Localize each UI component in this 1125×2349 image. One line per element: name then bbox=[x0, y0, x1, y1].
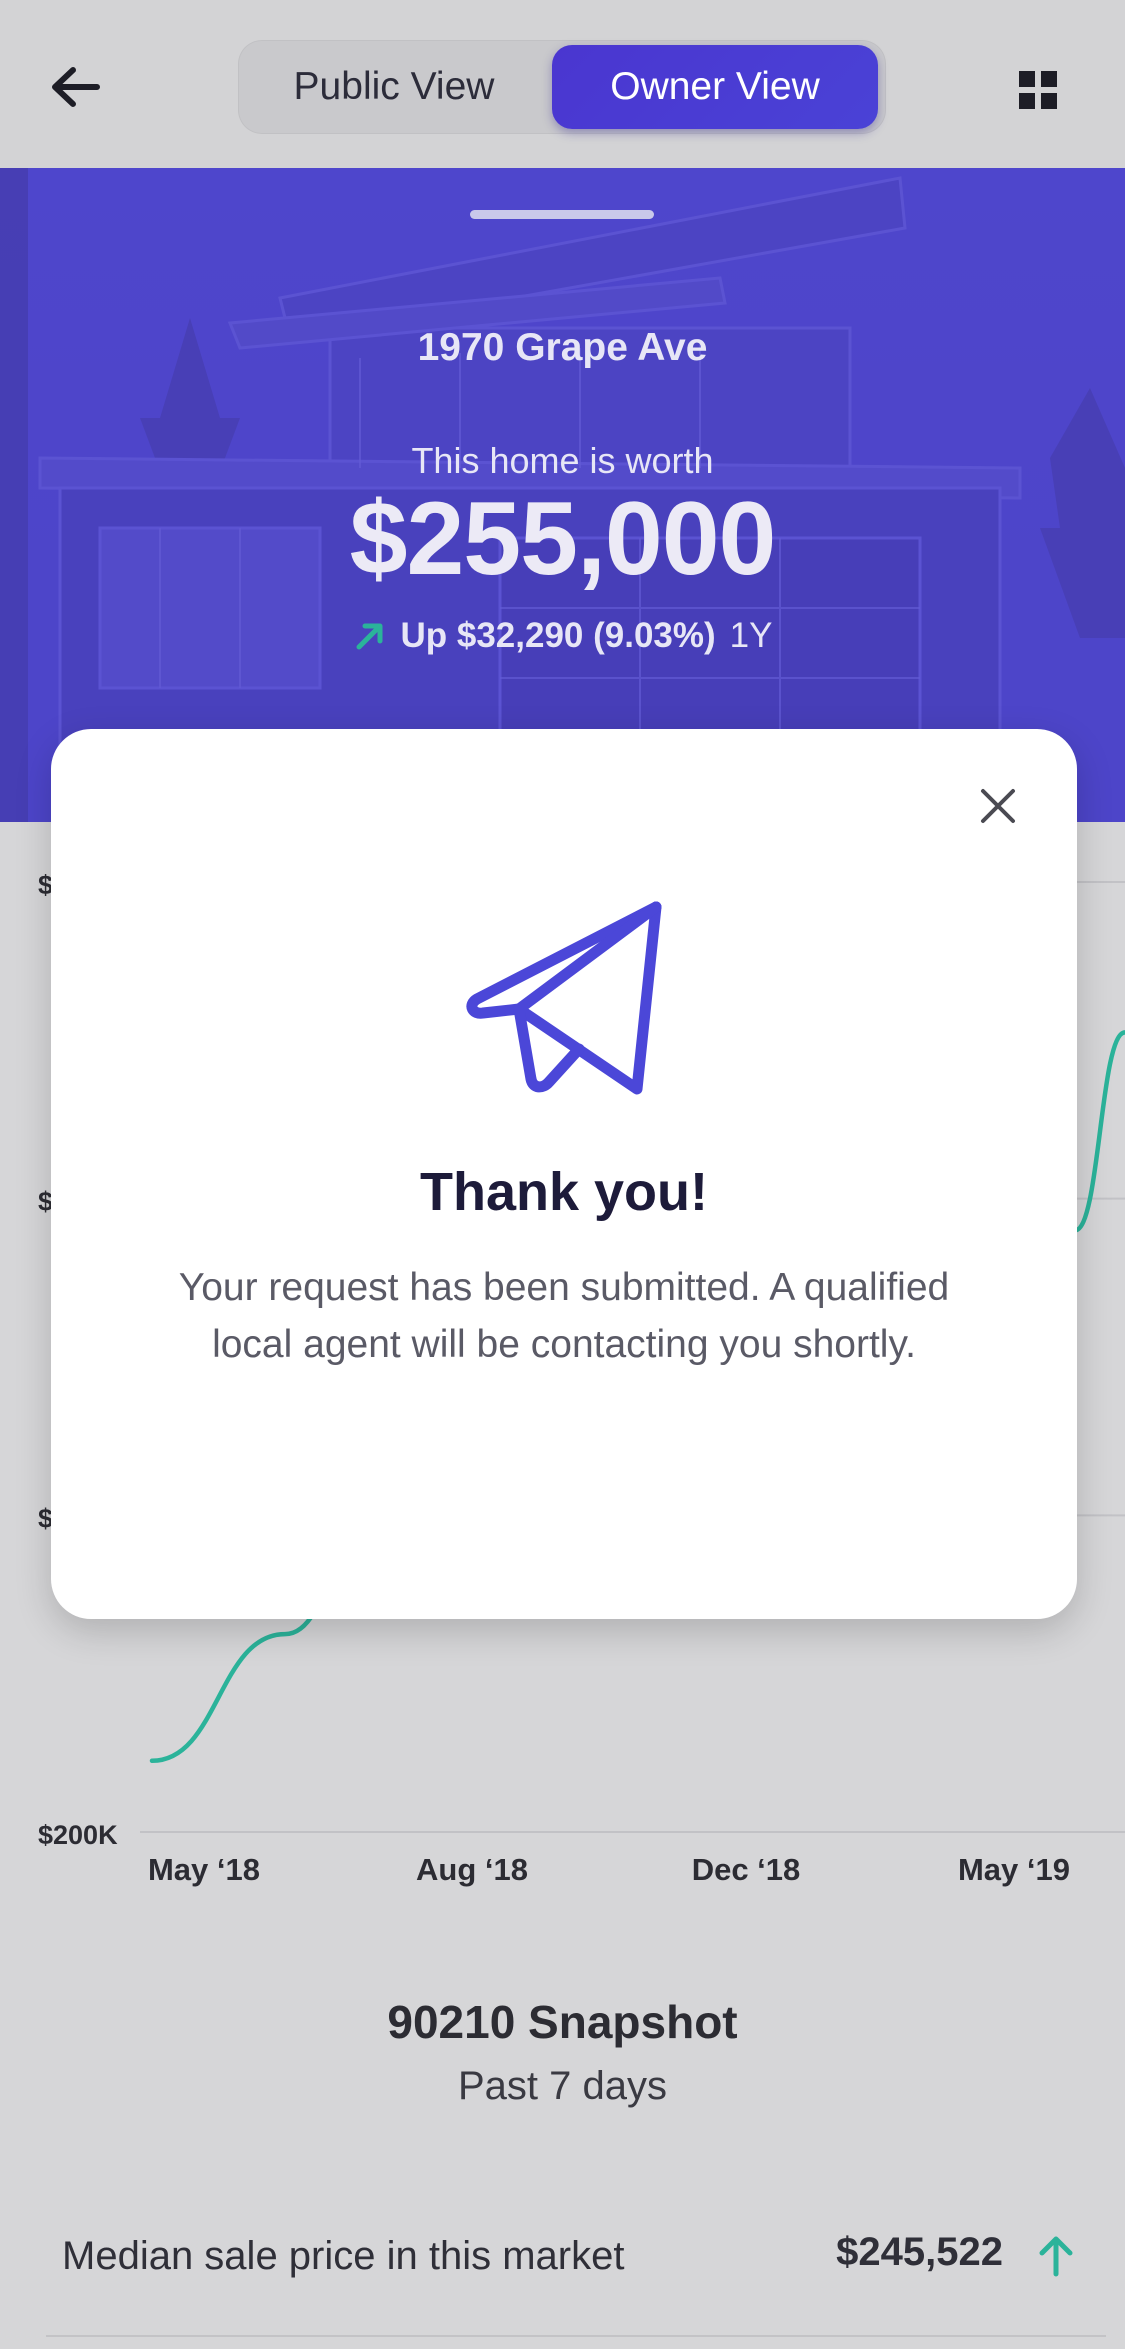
arrow-up-icon bbox=[1039, 2236, 1073, 2277]
change-amount: Up $32,290 (9.03%) bbox=[400, 616, 716, 655]
home-value: $255,000 bbox=[349, 481, 777, 597]
x-tick-label: Aug ‘18 bbox=[416, 1852, 528, 1887]
x-tick-label: May ‘19 bbox=[958, 1852, 1070, 1887]
owner-view-tab[interactable]: Owner View bbox=[552, 45, 878, 129]
home-value-hero: 1970 Grape Ave This home is worth $255,0… bbox=[0, 168, 1125, 822]
x-tick-label: May ‘18 bbox=[148, 1852, 260, 1887]
metric-row-median-sale-price[interactable]: Median sale price in this market $245,52… bbox=[0, 2220, 1125, 2320]
arrow-up-right-icon bbox=[356, 623, 382, 650]
y-tick-label: $200K bbox=[38, 1820, 118, 1850]
grid-icon bbox=[1019, 71, 1057, 109]
close-icon bbox=[981, 789, 1015, 823]
drag-handle[interactable] bbox=[470, 210, 654, 219]
property-address: 1970 Grape Ave bbox=[417, 326, 708, 369]
modal-message: Your request has been submitted. A quali… bbox=[178, 1266, 950, 1366]
grid-menu-button[interactable] bbox=[1000, 52, 1076, 128]
worth-label: This home is worth bbox=[411, 440, 714, 481]
snapshot-subtitle: Past 7 days bbox=[457, 2064, 667, 2108]
view-toggle: Public View Owner View bbox=[238, 40, 886, 134]
divider bbox=[46, 2335, 1106, 2337]
paper-plane-icon bbox=[466, 901, 662, 1095]
top-nav-bar: Public View Owner View bbox=[0, 0, 1125, 168]
snapshot-title: 90210 Snapshot bbox=[387, 1996, 738, 2048]
back-button[interactable] bbox=[40, 52, 110, 122]
arrow-left-icon bbox=[52, 67, 100, 107]
x-tick-label: Dec ‘18 bbox=[692, 1852, 801, 1887]
close-button[interactable] bbox=[969, 777, 1027, 835]
thank-you-modal: Thank you! Your request has been submitt… bbox=[51, 729, 1077, 1619]
value-change: Up $32,290 (9.03%) 1Y bbox=[0, 616, 1125, 656]
metric-value: $245,522 bbox=[836, 2230, 1003, 2274]
change-period: 1Y bbox=[729, 616, 773, 655]
modal-title: Thank you! bbox=[419, 1162, 708, 1222]
public-view-tab[interactable]: Public View bbox=[244, 45, 544, 129]
metric-label: Median sale price in this market bbox=[62, 2234, 625, 2278]
